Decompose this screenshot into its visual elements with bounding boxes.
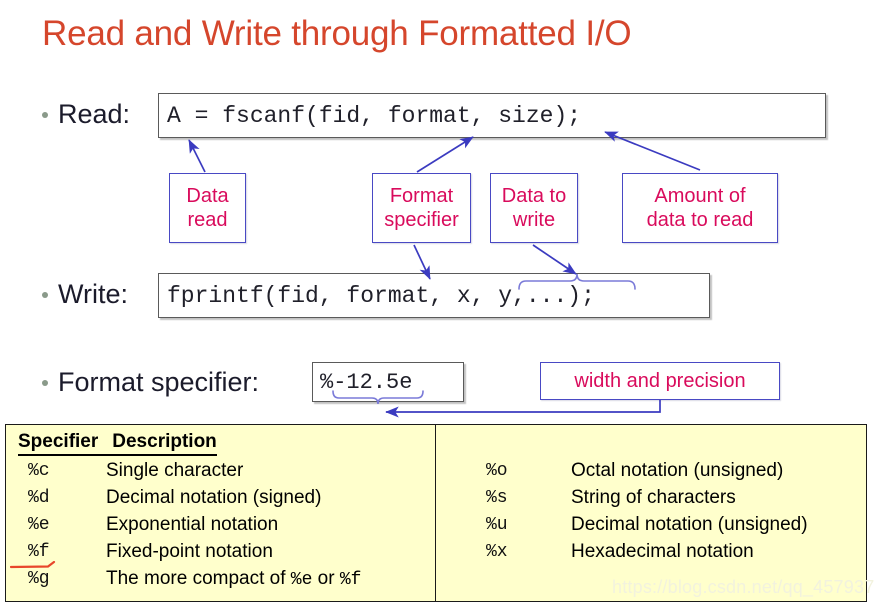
callout-amount-line2: data to read (646, 209, 754, 231)
callout-format-specifier: Format specifier (372, 173, 471, 243)
row-description: Fixed-point notation (106, 541, 273, 562)
row-specifier: %x (486, 542, 508, 562)
row-specifier: %d (28, 488, 50, 508)
arrow-format-specifier-to-format (416, 136, 474, 173)
bullet-label-format-specifier: Format specifier: (58, 367, 260, 397)
row-specifier: %f (28, 542, 50, 562)
row-description: The more compact of %e or %f (106, 568, 362, 590)
read-code-box[interactable]: A = fscanf(fid, format, size); (158, 93, 826, 138)
row-specifier: %u (486, 515, 508, 535)
table-row: %e Exponential notation (6, 512, 435, 538)
callout-data-to-write-line1: Data to (501, 185, 567, 207)
row-description: Decimal notation (unsigned) (571, 514, 808, 535)
bullet-dot-format-specifier (42, 380, 48, 386)
bullet-label-read: Read: (58, 99, 131, 129)
arrow-data-read-to-A (188, 139, 206, 173)
callout-format-specifier-line2: specifier (384, 209, 459, 231)
callout-data-read: Data read (169, 173, 246, 243)
callout-format-specifier-line1: Format (389, 185, 454, 207)
table-row: %f Fixed-point notation (6, 539, 435, 565)
row-description: Exponential notation (106, 514, 279, 535)
table-column-left: Specifier Description %c Single characte… (6, 425, 435, 601)
read-code-text: A = fscanf(fid, format, size); (167, 102, 582, 129)
callout-width-and-precision-label: width and precision (574, 370, 746, 392)
row-description: Octal notation (unsigned) (571, 460, 784, 481)
row-specifier: %g (28, 569, 50, 589)
table-row: %d Decimal notation (signed) (6, 485, 435, 511)
row-specifier: %o (486, 461, 508, 481)
row-specifier: %s (486, 488, 508, 508)
table-header-description: Description (112, 431, 217, 452)
bullet-dot-read (42, 112, 48, 118)
callout-width-and-precision: width and precision (540, 362, 780, 400)
table-row: %x Hexadecimal notation (436, 539, 867, 565)
bullet-label-write: Write: (58, 279, 129, 309)
table-row: %o Octal notation (unsigned) (436, 458, 867, 484)
table-row: %c Single character (6, 458, 435, 484)
table-row: %s String of characters (436, 485, 867, 511)
slide-canvas: Read and Write through Formatted I/O Rea… (0, 0, 874, 608)
callout-data-read-line2: read (187, 209, 228, 231)
table-header-specifier: Specifier (18, 431, 99, 452)
table-row: %u Decimal notation (unsigned) (436, 512, 867, 538)
callout-data-to-write-line2: write (512, 209, 556, 231)
format-specifier-code-text: %-12.5e (320, 369, 413, 395)
table-header-left: Specifier Description (18, 431, 217, 456)
callout-amount-line1: Amount of (654, 185, 746, 207)
row-specifier: %c (28, 461, 50, 481)
row-description: Hexadecimal notation (571, 541, 754, 562)
callout-data-to-write: Data to write (490, 173, 578, 243)
format-specifier-code-box[interactable]: %-12.5e (312, 362, 464, 402)
bullet-dot-write (42, 292, 48, 298)
row-description: String of characters (571, 487, 736, 508)
row-specifier: %e (28, 515, 50, 535)
row-description: Decimal notation (signed) (106, 487, 322, 508)
arrow-data-to-write-to-args (532, 244, 577, 275)
callout-amount-of-data-to-read: Amount of data to read (622, 173, 778, 243)
watermark-text: https://blog.csdn.net/qq_45793719 (612, 577, 874, 597)
page-title: Read and Write through Formatted I/O (42, 14, 632, 53)
specifier-table: Specifier Description %c Single characte… (5, 424, 867, 602)
row-description: Single character (106, 460, 244, 481)
write-code-box[interactable]: fprintf(fid, format, x, y,...); (158, 273, 710, 318)
table-column-right: %o Octal notation (unsigned) %s String o… (436, 425, 867, 601)
write-code-text: fprintf(fid, format, x, y,...); (167, 282, 595, 309)
table-row: %g The more compact of %e or %f (6, 566, 435, 592)
callout-data-read-line1: Data (186, 185, 229, 207)
